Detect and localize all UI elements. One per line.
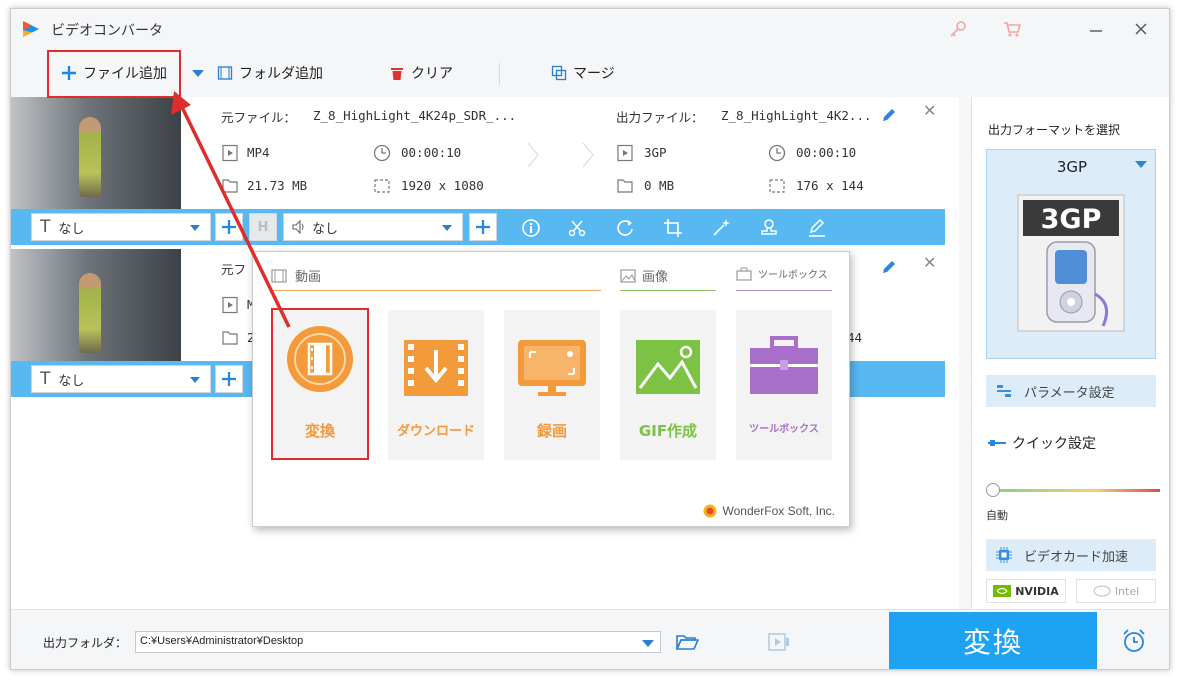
annotation-arrow-icon [171, 91, 291, 328]
app-window: ビデオコンバータ ファイル追加 フォルダ追加 クリア マージ 元ファイル： Z_… [10, 8, 1170, 670]
